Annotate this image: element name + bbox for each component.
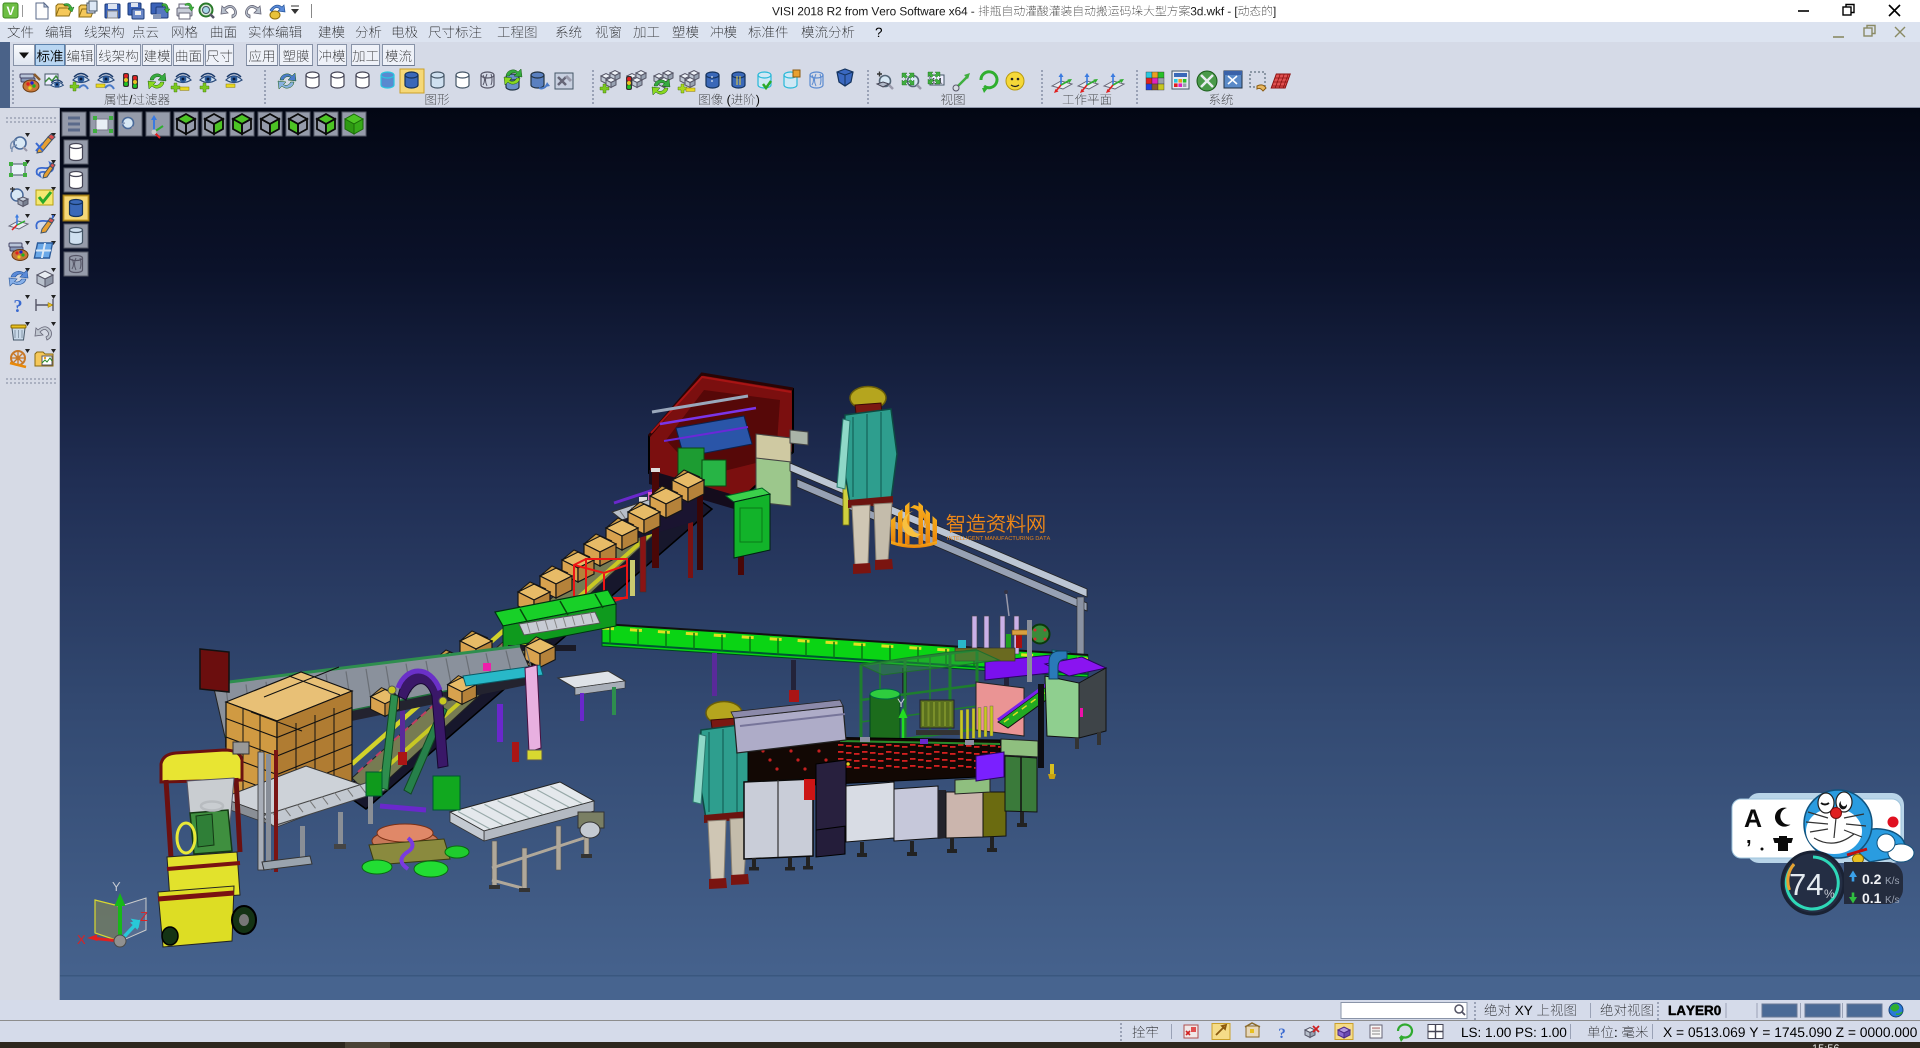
svg-text:?: ?: [1278, 1026, 1286, 1042]
svg-text:?: ?: [14, 296, 23, 316]
svg-text:V: V: [6, 4, 14, 18]
